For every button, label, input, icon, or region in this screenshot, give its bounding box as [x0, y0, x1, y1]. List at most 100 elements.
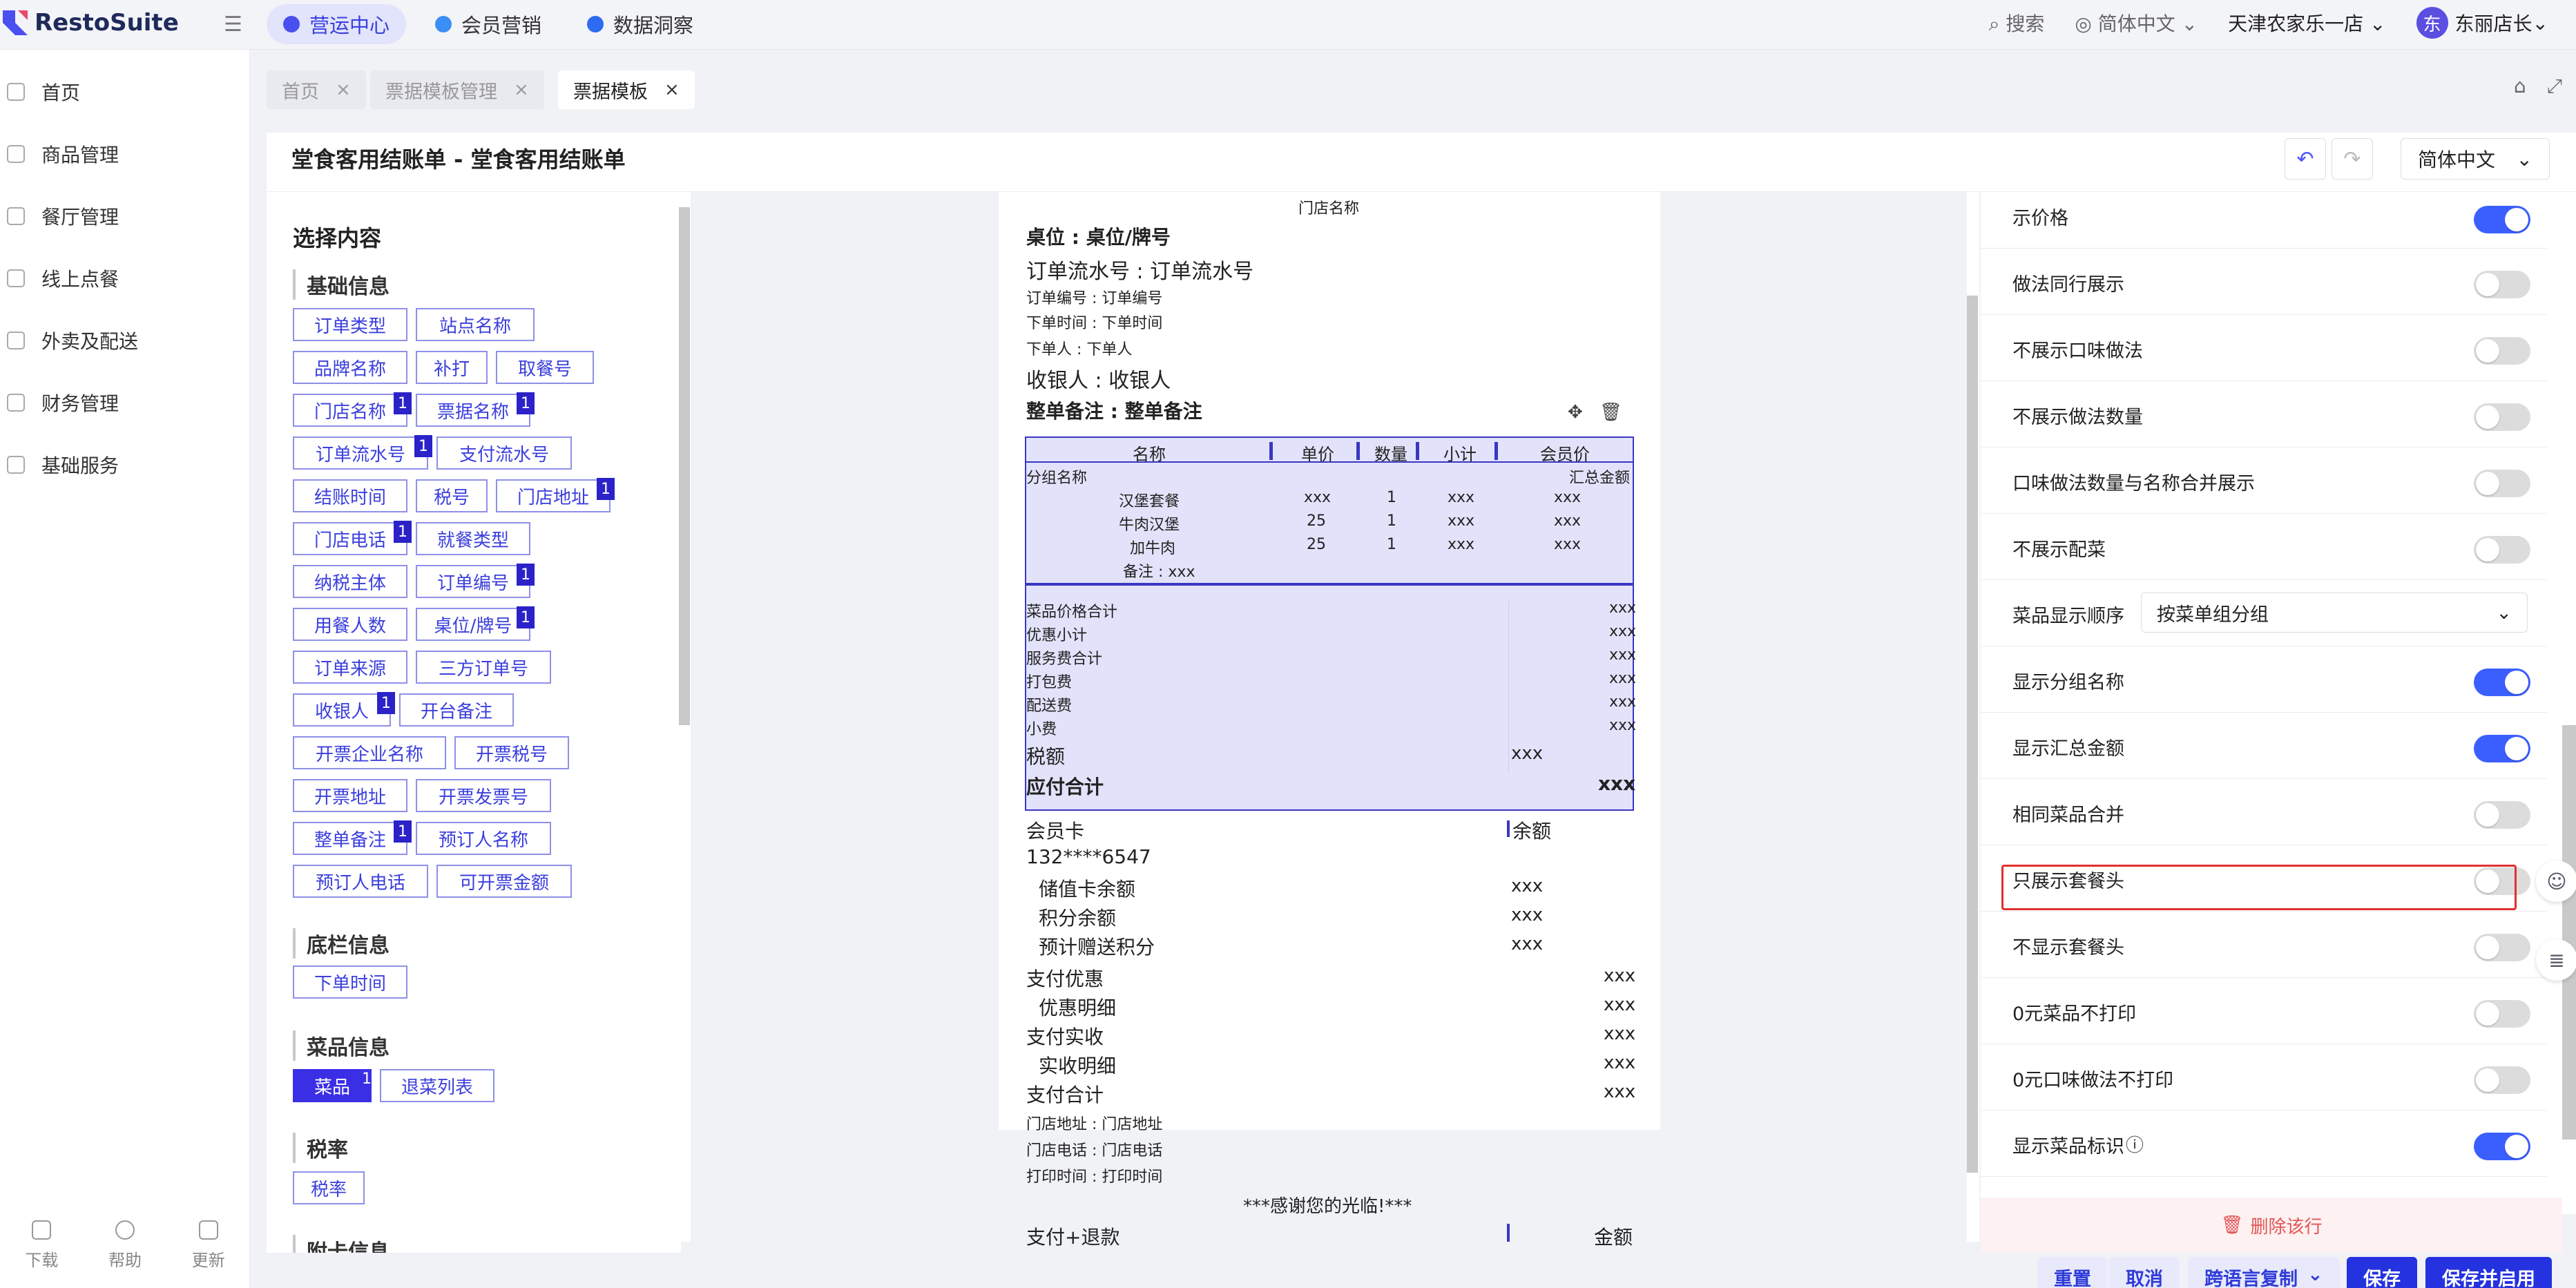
topnav-member-marketing[interactable]: 会员营销: [419, 4, 558, 44]
pay-label[interactable]: 支付实收: [1026, 1022, 1104, 1050]
chip-pickup[interactable]: 取餐号: [496, 351, 594, 384]
user-menu[interactable]: 东东丽店长 ⌄: [2416, 7, 2548, 39]
chip-third-order[interactable]: 三方订单号: [416, 651, 551, 684]
save-button[interactable]: 保存: [2347, 1257, 2417, 1288]
column-divider[interactable]: [1269, 442, 1273, 460]
reset-button[interactable]: 重置: [2037, 1257, 2108, 1288]
chip-invoice-tax[interactable]: 开票税号: [454, 736, 569, 769]
chip-invoice-number[interactable]: 开票发票号: [416, 779, 551, 812]
update-button[interactable]: 更新: [192, 1220, 225, 1288]
receipt-cashier[interactable]: 收银人 : 收银人: [1026, 363, 1171, 394]
receipt-note[interactable]: 整单备注 : 整单备注: [1026, 396, 1202, 424]
dish-order-select[interactable]: 按菜单组分组 ⌄: [2141, 593, 2528, 633]
chip-invoice-amount[interactable]: 可开票金额: [436, 865, 572, 898]
redo-button[interactable]: ↷: [2332, 138, 2373, 180]
column-divider[interactable]: [1416, 442, 1419, 460]
chip-invoice-company[interactable]: 开票企业名称: [293, 736, 446, 769]
chip-store-name[interactable]: 门店名称 1: [293, 392, 412, 427]
info-icon[interactable]: ⓘ: [2126, 1131, 2144, 1157]
toggle-switch[interactable]: [2474, 669, 2530, 696]
toggle-switch[interactable]: [2474, 1133, 2530, 1160]
receipt-store-phone[interactable]: 门店电话 : 门店电话: [1026, 1138, 1162, 1160]
preview-scrollbar-thumb[interactable]: [1967, 296, 1978, 1173]
chip-tax-subject[interactable]: 纳税主体: [293, 565, 407, 598]
column-divider[interactable]: [1494, 442, 1498, 460]
tab-template-management[interactable]: 票据模板管理 ×: [370, 70, 544, 109]
sidebar-item-home[interactable]: 首页: [0, 61, 249, 123]
sidebar-item-finance[interactable]: 财务管理: [0, 372, 249, 434]
tab-home[interactable]: 首页 ×: [267, 70, 366, 109]
tab-receipt-template[interactable]: 票据模板 ×: [558, 70, 695, 109]
toggle-switch[interactable]: [2474, 206, 2530, 233]
chip-tax-no[interactable]: 税号: [416, 479, 488, 512]
receipt-orderer[interactable]: 下单人 : 下单人: [1026, 337, 1132, 359]
delete-row-button[interactable]: 🗑 删除该行: [1981, 1198, 2562, 1253]
pay-refund-label[interactable]: 支付+退款: [1026, 1222, 1119, 1250]
fullscreen-icon[interactable]: ⤢: [2547, 75, 2562, 98]
toggle-switch[interactable]: [2474, 735, 2530, 762]
cancel-button[interactable]: 取消: [2109, 1257, 2180, 1288]
chip-receipt-name[interactable]: 票据名称 1: [416, 392, 535, 427]
chip-reprint[interactable]: 补打: [416, 351, 488, 384]
chip-brand[interactable]: 品牌名称: [293, 351, 407, 384]
form-icon[interactable]: ≣: [2536, 939, 2576, 981]
chip-open-note[interactable]: 开台备注: [399, 693, 514, 727]
toggle-switch[interactable]: [2474, 337, 2530, 365]
chip-store-phone[interactable]: 门店电话 1: [293, 521, 412, 555]
receipt-serial[interactable]: 订单流水号 : 订单流水号: [1026, 254, 1253, 285]
chip-order-serial[interactable]: 订单流水号 1: [293, 435, 432, 470]
toggle-switch[interactable]: [2474, 536, 2530, 564]
close-icon[interactable]: ×: [514, 79, 529, 100]
member-card-label[interactable]: 会员卡: [1026, 816, 1084, 844]
left-scrollbar-thumb[interactable]: [679, 207, 690, 725]
pay-label[interactable]: 实收明细: [1039, 1051, 1116, 1079]
assistant-bot-icon[interactable]: ☺: [2536, 861, 2576, 902]
translate-copy-button[interactable]: 跨语言复制 ⌄: [2188, 1257, 2340, 1288]
toggle-switch[interactable]: [2474, 934, 2530, 961]
column-divider[interactable]: [1356, 442, 1360, 460]
topnav-data-insight[interactable]: 数据洞察: [570, 4, 710, 44]
chip-reserver-phone[interactable]: 预订人电话: [293, 865, 428, 898]
receipt-order-time[interactable]: 下单时间 : 下单时间: [1026, 311, 1162, 333]
close-icon[interactable]: ×: [336, 79, 351, 100]
chip-order-time[interactable]: 下单时间: [293, 965, 407, 999]
settings-scrollbar-thumb[interactable]: [2562, 725, 2576, 1140]
sidebar-item-products[interactable]: 商品管理: [0, 123, 249, 185]
sidebar-item-delivery[interactable]: 外卖及配送: [0, 309, 249, 372]
template-language-select[interactable]: 简体中文 ⌄: [2401, 138, 2550, 180]
chip-order-note[interactable]: 整单备注 1: [293, 820, 412, 855]
chip-order-type[interactable]: 订单类型: [293, 308, 407, 341]
receipt-order-no[interactable]: 订单编号 : 订单编号: [1026, 286, 1162, 308]
toggle-switch[interactable]: [2474, 403, 2530, 431]
sidebar-item-restaurant[interactable]: 餐厅管理: [0, 185, 249, 247]
chip-order-source[interactable]: 订单来源: [293, 651, 407, 684]
language-switch[interactable]: ◎ 简体中文 ⌄: [2075, 9, 2198, 37]
toggle-switch[interactable]: [2474, 1066, 2530, 1094]
close-icon[interactable]: ×: [664, 79, 680, 100]
toggle-switch[interactable]: [2474, 470, 2530, 497]
chip-order-no[interactable]: 订单编号 1: [416, 564, 535, 598]
help-button[interactable]: 帮助: [108, 1220, 142, 1288]
chip-diners[interactable]: 用餐人数: [293, 608, 407, 641]
chip-checkout-time[interactable]: 结账时间: [293, 479, 407, 512]
column-divider[interactable]: [1507, 820, 1510, 837]
chip-refund-list[interactable]: 退菜列表: [380, 1069, 494, 1102]
undo-button[interactable]: ↶: [2285, 138, 2326, 180]
receipt-table[interactable]: 桌位 : 桌位/牌号: [1026, 222, 1171, 250]
download-button[interactable]: 下载: [25, 1220, 58, 1288]
column-divider[interactable]: [1507, 1224, 1510, 1242]
chip-store-address[interactable]: 门店地址 1: [496, 478, 615, 512]
sidebar-item-online-order[interactable]: 线上点餐: [0, 247, 249, 309]
chip-tax-rate[interactable]: 税率: [293, 1171, 365, 1204]
topnav-operations[interactable]: 营运中心: [267, 4, 407, 44]
chip-pay-serial[interactable]: 支付流水号: [436, 436, 572, 470]
toggle-switch[interactable]: [2474, 801, 2530, 829]
receipt-store-address[interactable]: 门店地址 : 门店地址: [1026, 1112, 1162, 1134]
receipt-thanks[interactable]: ***感谢您的光临!***: [1243, 1192, 1412, 1218]
sidebar-item-basic-services[interactable]: 基础服务: [0, 434, 249, 496]
chip-dishes[interactable]: 菜品 1: [293, 1069, 372, 1102]
chip-cashier[interactable]: 收银人 1: [293, 692, 395, 727]
chip-invoice-address[interactable]: 开票地址: [293, 779, 407, 812]
pay-label[interactable]: 支付优惠: [1026, 964, 1104, 992]
toggle-switch[interactable]: [2474, 1000, 2530, 1028]
